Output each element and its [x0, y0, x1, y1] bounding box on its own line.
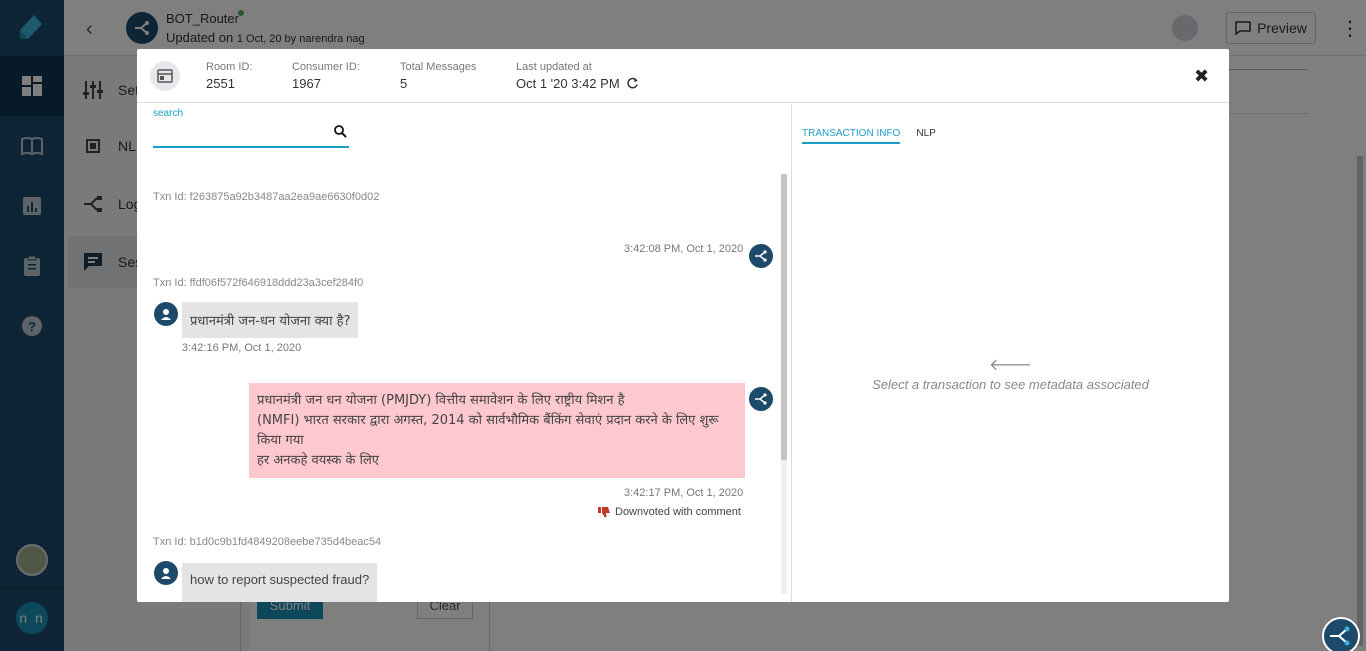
room-id-field: Room ID: 2551: [206, 61, 252, 91]
message-timestamp: 3:42:17 PM, Oct 1, 2020: [624, 487, 744, 499]
total-messages-value: 5: [400, 76, 408, 91]
last-updated-field: Last updated at Oct 1 '20 3:42 PM: [516, 61, 639, 91]
transaction-id[interactable]: Txn Id: b1d0c9b1fd4849208eebe735d4beac54: [153, 536, 381, 548]
scrollbar-thumb[interactable]: [781, 174, 787, 460]
bot-message-line: हर अनकहे वयस्क के लिए: [257, 453, 379, 468]
tab-nlp[interactable]: NLP: [916, 128, 935, 144]
room-id-value: 2551: [206, 76, 235, 91]
consumer-id-value: 1967: [292, 76, 321, 91]
user-avatar-icon: [154, 302, 178, 326]
transaction-id[interactable]: Txn Id: ffdf06f572f646918ddd23a3cef284f0: [153, 277, 363, 289]
bot-avatar-icon: [749, 387, 773, 411]
bot-chat-launcher[interactable]: [1322, 617, 1360, 651]
search-label: search: [153, 108, 184, 119]
bot-message-bubble[interactable]: प्रधानमंत्री जन धन योजना (PMJDY) वित्तीय…: [249, 383, 745, 478]
bot-message-line: (NMFI) भारत सरकार द्वारा अगस्त, 2014 को …: [257, 413, 719, 428]
close-icon[interactable]: ✖: [1194, 66, 1209, 87]
transaction-info-pane: TRANSACTION INFO NLP 🡐 Select a transact…: [792, 104, 1229, 602]
session-detail-modal: Room ID: 2551 Consumer ID: 1967 Total Me…: [137, 49, 1229, 602]
total-messages-label: Total Messages: [400, 61, 477, 73]
template-icon: [150, 61, 180, 91]
empty-state: 🡐 Select a transaction to see metadata a…: [792, 354, 1229, 392]
bot-message-line: प्रधानमंत्री जन धन योजना (PMJDY) वित्तीय…: [257, 393, 625, 408]
message-timestamp: 3:42:08 PM, Oct 1, 2020: [624, 243, 744, 255]
search-icon[interactable]: [333, 124, 347, 138]
last-updated-value: Oct 1 '20 3:42 PM: [516, 76, 620, 91]
user-avatar-icon: [154, 561, 178, 585]
last-updated-row: Oct 1 '20 3:42 PM: [516, 76, 639, 91]
info-tabs: TRANSACTION INFO NLP: [802, 128, 936, 144]
bot-avatar-icon: [749, 244, 773, 268]
tab-transaction-info[interactable]: TRANSACTION INFO: [802, 128, 901, 144]
chat-transcript-pane: search Txn Id: f263875a92b3487aa2ea9ae66…: [137, 104, 791, 602]
consumer-id-label: Consumer ID:: [292, 61, 360, 73]
user-message-bubble[interactable]: प्रधानमंत्री जन-धन योजना क्या है?: [182, 302, 359, 338]
router-icon: [1330, 626, 1350, 646]
thumbs-down-icon: [598, 506, 610, 517]
empty-state-message: Select a transaction to see metadata ass…: [872, 377, 1149, 392]
downvote-indicator[interactable]: Downvoted with comment: [598, 506, 741, 518]
user-message-bubble[interactable]: how to report suspected fraud?: [182, 563, 378, 602]
total-messages-field: Total Messages 5: [400, 61, 476, 91]
refresh-icon[interactable]: [626, 77, 639, 90]
last-updated-label: Last updated at: [516, 61, 592, 73]
message-timestamp: 3:42:16 PM, Oct 1, 2020: [182, 342, 302, 354]
room-id-label: Room ID:: [206, 61, 253, 73]
consumer-id-field: Consumer ID: 1967: [292, 61, 360, 91]
arrow-left-icon: 🡐: [989, 357, 1032, 374]
modal-header: Room ID: 2551 Consumer ID: 1967 Total Me…: [137, 49, 1229, 103]
transaction-id[interactable]: Txn Id: f263875a92b3487aa2ea9ae6630f0d02: [153, 191, 379, 203]
search-field: [153, 120, 349, 148]
bot-message-line: किया गया: [257, 433, 304, 448]
downvote-label: Downvoted with comment: [615, 506, 741, 518]
chat-scrollbar[interactable]: [781, 174, 787, 594]
search-input[interactable]: [153, 120, 323, 144]
